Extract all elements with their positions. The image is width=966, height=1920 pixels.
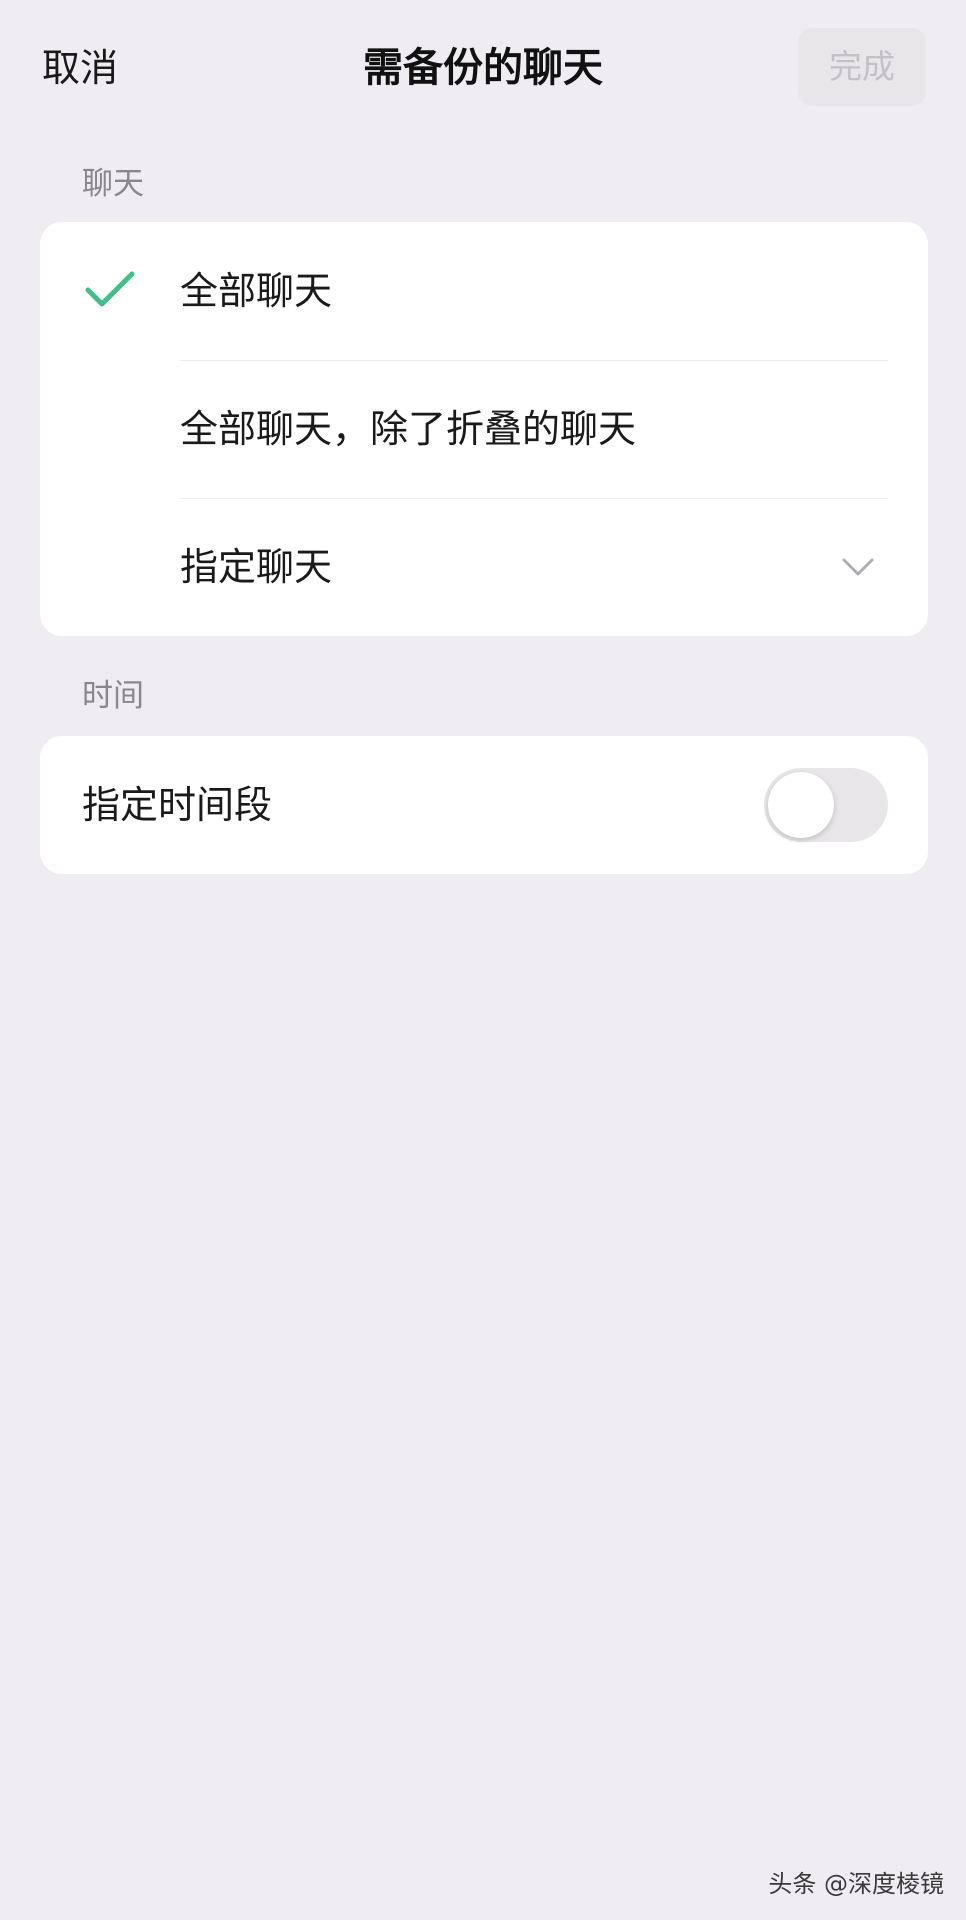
option-specific-chats[interactable]: 指定聊天: [40, 498, 928, 636]
done-button[interactable]: 完成: [798, 28, 926, 106]
specific-time-range-label: 指定时间段: [82, 783, 273, 827]
option-all-chats[interactable]: 全部聊天: [40, 222, 928, 360]
navigation-bar: 取消 需备份的聊天 完成: [0, 0, 966, 140]
time-card: 指定时间段: [40, 736, 928, 874]
toggle-knob: [768, 772, 834, 838]
time-section-label: 时间: [82, 678, 144, 714]
option-label: 指定聊天: [180, 545, 333, 589]
option-all-except-folded[interactable]: 全部聊天，除了折叠的聊天: [40, 360, 928, 498]
time-range-toggle[interactable]: [764, 768, 888, 842]
watermark: 头条 @深度棱镜: [768, 1870, 944, 1898]
option-label: 全部聊天，除了折叠的聊天: [180, 407, 637, 451]
checkmark-icon: [85, 271, 135, 307]
option-label: 全部聊天: [180, 269, 333, 313]
specific-time-range-row: 指定时间段: [40, 736, 928, 874]
chat-section-label: 聊天: [82, 166, 144, 202]
chevron-down-icon: [842, 558, 874, 576]
chat-options-card: 全部聊天 全部聊天，除了折叠的聊天 指定聊天: [40, 222, 928, 636]
